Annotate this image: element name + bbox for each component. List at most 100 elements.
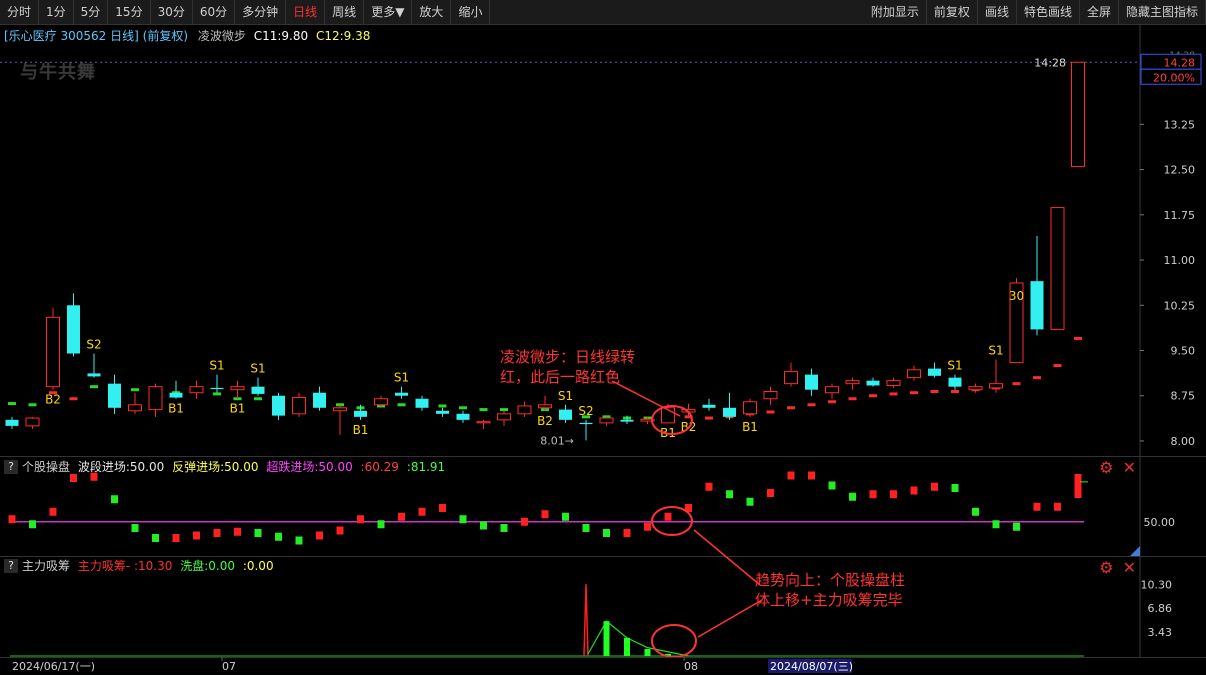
candle-body: [25, 417, 40, 427]
last-pct-label: 20.00%: [1153, 71, 1195, 84]
panel2-bar: [787, 471, 795, 480]
candle-body: [333, 407, 347, 412]
signal-dash: [1033, 376, 1041, 380]
panel2-bar: [890, 490, 897, 499]
candle-body: [476, 421, 491, 424]
panel2-bar: [562, 512, 569, 521]
candle-body: [189, 386, 204, 394]
signal-label-s1: S1: [558, 389, 573, 403]
candle-body: [620, 419, 634, 422]
panel3-decay-line: [587, 620, 689, 657]
panel3-bar: [644, 649, 651, 656]
candle-body: [415, 398, 429, 408]
candle-body: [579, 422, 593, 425]
signal-label-s2: S2: [86, 338, 101, 352]
panel2-bar: [131, 524, 139, 532]
signal-label-s1: S1: [250, 362, 265, 376]
panel2-bar: [70, 474, 77, 482]
panel2-bar: [582, 524, 590, 532]
kline-chart[interactable]: 13.25 12.50 11.75 11.00 10.25 9.50 8.75 8.00 14.…: [0, 0, 1206, 675]
signal-dash: [766, 410, 775, 414]
candle-body: [67, 305, 80, 354]
signal-dash: [500, 408, 508, 412]
gear-icon[interactable]: ⚙: [1099, 558, 1113, 577]
signal-dash: [397, 403, 406, 407]
price-tick-label-5: 9.50: [1171, 345, 1196, 358]
price-tick-label-4: 10.25: [1164, 299, 1196, 312]
panel2-bar: [726, 490, 733, 499]
candle-body: [46, 316, 60, 388]
close-icon[interactable]: ✕: [1123, 558, 1136, 577]
signal-label-s1: S1: [209, 359, 224, 373]
panel2-bar: [49, 507, 57, 516]
x-axis-label-2: 08: [684, 660, 698, 673]
candle-body: [456, 413, 470, 420]
annotation-2-arrow-top: [693, 529, 761, 586]
panel2-bar: [234, 527, 241, 536]
price-tick-label-1: 12.50: [1164, 164, 1196, 177]
panel2-bar: [213, 529, 221, 537]
panel2-bar: [336, 526, 344, 535]
candle-body: [825, 386, 839, 394]
candle-body: [702, 404, 716, 408]
annotation-1-arrow: [611, 380, 681, 417]
candle-body: [538, 404, 552, 409]
panel2-bar: [193, 531, 200, 540]
signal-dash: [213, 392, 221, 396]
x-axis-label-0: 2024/06/17(一): [12, 660, 95, 673]
signal-label-b1: B1: [230, 402, 246, 416]
panel2-bar: [828, 481, 836, 490]
signal-dash: [69, 397, 78, 401]
signal-dash: [1053, 364, 1062, 368]
signal-dash: [1074, 336, 1082, 340]
signal-dash: [1012, 382, 1021, 386]
panel2-tick-label: 50.00: [1144, 516, 1176, 529]
candle-body: [436, 410, 449, 414]
panel2-bar: [295, 536, 303, 545]
gear-icon[interactable]: ⚙: [1099, 458, 1113, 477]
signal-dash: [254, 397, 262, 401]
candle-body: [784, 371, 798, 385]
panel2-bar: [992, 520, 1000, 529]
candle-body: [169, 392, 183, 398]
last-price-label: 14.28: [1164, 56, 1196, 69]
panel2-bar: [152, 534, 159, 542]
signal-dash: [910, 391, 918, 395]
panel2-bar: [931, 482, 938, 491]
panel2-bar: [746, 497, 754, 506]
signal-label-b1: B1: [168, 402, 184, 416]
panel2-bar: [603, 529, 610, 537]
annotation-1-line-1: 红，此后一路红色: [500, 368, 620, 386]
panel2-bar: [808, 471, 815, 480]
candle-body: [1050, 207, 1065, 330]
candle-body: [928, 368, 941, 376]
panel2-bar: [29, 520, 36, 529]
panel2-bar: [377, 520, 385, 529]
panel3-tick-label-1: 6.86: [1148, 602, 1173, 615]
annotation-2-line-1: 体上移+主力吸筹完毕: [755, 591, 903, 609]
panel2-bar: [951, 484, 959, 492]
candle-body: [497, 413, 511, 421]
panel2-bar: [357, 515, 364, 524]
x-axis-label-3: 2024/08/07(三): [770, 660, 853, 673]
x-axis-label-1: 07: [222, 660, 236, 673]
panel2-bar: [398, 512, 405, 521]
panel2-bar: [90, 472, 98, 481]
signal-dash: [930, 390, 939, 394]
low-price-label: 8.01→: [540, 434, 574, 447]
signal-label-b2: B2: [45, 393, 61, 407]
signal-dash: [28, 403, 37, 407]
close-icon[interactable]: ✕: [1123, 458, 1136, 477]
signal-label-s1: S1: [947, 359, 962, 373]
panel3-bar: [624, 637, 630, 656]
panel2-icons: ⚙ ✕: [1099, 458, 1136, 477]
candle-body: [517, 405, 532, 415]
candle-body: [148, 386, 163, 411]
signal-dash: [889, 392, 898, 396]
panel3-peak-line: [583, 584, 589, 657]
signal-label-s2: S2: [578, 404, 593, 418]
candle-body: [210, 387, 224, 390]
panel2-bar: [869, 490, 877, 499]
panel2-bar: [111, 495, 118, 504]
signal-label-b1: B1: [742, 420, 758, 434]
